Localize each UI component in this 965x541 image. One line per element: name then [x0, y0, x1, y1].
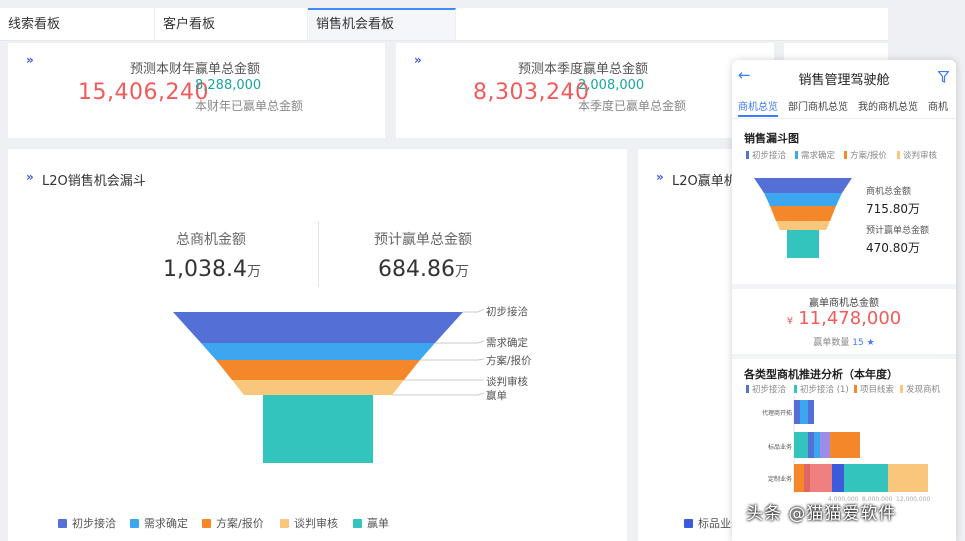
bar-segment	[844, 464, 888, 492]
legend-label: 谈判审核	[294, 517, 338, 530]
watermark-text: 头条 @猫猫爱软件	[746, 504, 897, 524]
kpi-title: 预测本财年赢单总金额	[130, 62, 261, 77]
funnel-label-1: 初步接洽	[486, 306, 528, 318]
kpi-won-value: 2,008,000	[578, 78, 645, 93]
legend-item-3[interactable]: 方案/报价	[202, 515, 264, 531]
legend-label: 需求确定	[144, 517, 188, 530]
kpi-forecast-value: 8,303,240	[473, 80, 590, 105]
legend-label: 初步接洽	[72, 517, 116, 530]
funnel-stage-2[interactable]	[201, 343, 435, 360]
legend-label: 方案/报价	[216, 517, 264, 530]
kpi-won-caption: 本财年已赢单总金额	[195, 99, 304, 113]
bar-segment	[814, 432, 820, 458]
bar-segment	[794, 400, 800, 424]
kpi-card-quarter: » 预测本季度赢单总金额 8,303,240 2,008,000 本季度已赢单总…	[396, 43, 774, 138]
funnel-label-5: 赢单	[486, 390, 507, 402]
bar-segment	[810, 464, 832, 492]
bar-segment	[808, 400, 814, 424]
tab-leads[interactable]: 线索看板	[0, 8, 155, 40]
funnel-chart	[173, 308, 485, 463]
kpi-card-fiscal-year: » 预测本财年赢单总金额 15,406,240 8,288,000 本财年已赢单…	[8, 43, 385, 138]
dashboard-tabs: 线索看板 客户看板 销售机会看板	[0, 8, 888, 41]
bar-segment	[808, 432, 814, 458]
win-panel-title: L2O赢单机	[672, 174, 737, 189]
bar-segment	[830, 432, 860, 458]
tab-customers[interactable]: 客户看板	[155, 8, 308, 40]
legend-item-4[interactable]: 谈判审核	[280, 515, 338, 531]
bar-segment	[820, 432, 830, 458]
funnel-stage-3[interactable]	[216, 360, 420, 380]
analysis-bar-chart	[793, 396, 928, 494]
funnel-label-4: 谈判审核	[486, 376, 528, 388]
mobile-preview: ← 销售管理驾驶舱 商机总览 部门商机总览 我的商机总览 商机 销售漏斗图 初步…	[732, 60, 956, 541]
legend-item-5[interactable]: 赢单	[353, 515, 389, 531]
bar-segment	[794, 432, 808, 458]
funnel-stage-4[interactable]	[232, 380, 404, 395]
funnel-panel: » L2O销售机会漏斗 总商机金额 1,038.4万 预计赢单总金额 684.8…	[8, 149, 627, 541]
kpi-forecast-value: 15,406,240	[78, 80, 209, 105]
kpi-won-value: 8,288,000	[195, 78, 262, 93]
tab-opportunities[interactable]: 销售机会看板	[308, 8, 456, 40]
bar-segment	[804, 464, 810, 492]
legend-item-2[interactable]: 需求确定	[130, 515, 188, 531]
kpi-won-caption: 本季度已赢单总金额	[578, 99, 687, 113]
funnel-stage-1[interactable]	[173, 312, 463, 343]
bar-segment	[888, 464, 928, 492]
double-chevron-right-icon[interactable]: »	[414, 53, 422, 67]
funnel-label-2: 需求确定	[486, 337, 528, 349]
legend-label: 赢单	[367, 517, 389, 530]
double-chevron-right-icon[interactable]: »	[26, 53, 34, 67]
kpi-title: 预测本季度赢单总金额	[518, 62, 649, 77]
legend-item-1[interactable]: 初步接洽	[58, 515, 116, 531]
bar-segment	[800, 400, 808, 424]
bar-segment	[832, 464, 844, 492]
bar-segment	[794, 464, 804, 492]
funnel-stage-5[interactable]	[263, 395, 373, 463]
double-chevron-right-icon[interactable]: »	[656, 170, 664, 184]
funnel-label-3: 方案/报价	[486, 355, 532, 367]
axis-tick: 12,000,000	[896, 496, 931, 503]
